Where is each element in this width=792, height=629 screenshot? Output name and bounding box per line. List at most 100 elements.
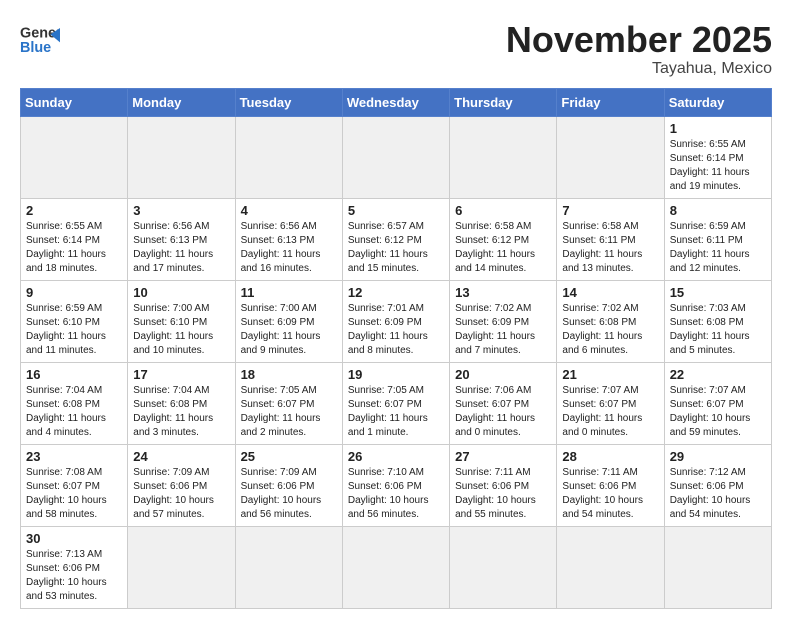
calendar-day-cell: 17Sunrise: 7:04 AM Sunset: 6:08 PM Dayli…: [128, 362, 235, 444]
day-number: 28: [562, 449, 658, 464]
day-number: 10: [133, 285, 229, 300]
day-info: Sunrise: 6:56 AM Sunset: 6:13 PM Dayligh…: [133, 220, 229, 276]
day-info: Sunrise: 7:04 AM Sunset: 6:08 PM Dayligh…: [26, 384, 122, 440]
day-number: 15: [670, 285, 766, 300]
day-number: 8: [670, 203, 766, 218]
calendar-day-cell: 27Sunrise: 7:11 AM Sunset: 6:06 PM Dayli…: [450, 444, 557, 526]
calendar-day-cell: [450, 116, 557, 198]
page-header: General Blue November 2025 Tayahua, Mexi…: [20, 20, 772, 78]
day-info: Sunrise: 6:58 AM Sunset: 6:12 PM Dayligh…: [455, 220, 551, 276]
day-info: Sunrise: 6:59 AM Sunset: 6:10 PM Dayligh…: [26, 302, 122, 358]
calendar-week-row: 2 Sunrise: 6:55 AM Sunset: 6:14 PM Daylig…: [21, 198, 772, 280]
calendar-day-cell: 4Sunrise: 6:56 AM Sunset: 6:13 PM Daylig…: [235, 198, 342, 280]
day-number: 4: [241, 203, 337, 218]
day-number: 2: [26, 203, 122, 218]
day-info: Sunrise: 7:12 AM Sunset: 6:06 PM Dayligh…: [670, 466, 766, 522]
calendar-day-cell: 22Sunrise: 7:07 AM Sunset: 6:07 PM Dayli…: [664, 362, 771, 444]
day-number: 21: [562, 367, 658, 382]
day-number: 19: [348, 367, 444, 382]
day-info: Sunrise: 7:02 AM Sunset: 6:09 PM Dayligh…: [455, 302, 551, 358]
calendar-day-cell: 18 Sunrise: 7:05 AM Sunset: 6:07 PM Dayli…: [235, 362, 342, 444]
calendar-week-row: 9Sunrise: 6:59 AM Sunset: 6:10 PM Daylig…: [21, 280, 772, 362]
day-number: 6: [455, 203, 551, 218]
day-info: Sunrise: 6:59 AM Sunset: 6:11 PM Dayligh…: [670, 220, 766, 276]
weekday-header-wednesday: Wednesday: [342, 88, 449, 116]
calendar-day-cell: 3Sunrise: 6:56 AM Sunset: 6:13 PM Daylig…: [128, 198, 235, 280]
calendar-day-cell: [21, 116, 128, 198]
calendar-day-cell: 7 Sunrise: 6:58 AM Sunset: 6:11 PM Daylig…: [557, 198, 664, 280]
calendar-day-cell: [342, 116, 449, 198]
weekday-header-row: SundayMondayTuesdayWednesdayThursdayFrid…: [21, 88, 772, 116]
calendar-day-cell: [450, 526, 557, 608]
weekday-header-saturday: Saturday: [664, 88, 771, 116]
day-info: Sunrise: 7:10 AM Sunset: 6:06 PM Dayligh…: [348, 466, 444, 522]
day-number: 23: [26, 449, 122, 464]
calendar-day-cell: 16 Sunrise: 7:04 AM Sunset: 6:08 PM Dayli…: [21, 362, 128, 444]
calendar-table: SundayMondayTuesdayWednesdayThursdayFrid…: [20, 88, 772, 609]
calendar-week-row: 30Sunrise: 7:13 AM Sunset: 6:06 PM Dayli…: [21, 526, 772, 608]
day-info: Sunrise: 7:06 AM Sunset: 6:07 PM Dayligh…: [455, 384, 551, 440]
calendar-day-cell: 25 Sunrise: 7:09 AM Sunset: 6:06 PM Dayli…: [235, 444, 342, 526]
calendar-day-cell: 19 Sunrise: 7:05 AM Sunset: 6:07 PM Dayli…: [342, 362, 449, 444]
day-number: 14: [562, 285, 658, 300]
calendar-day-cell: 5 Sunrise: 6:57 AM Sunset: 6:12 PM Daylig…: [342, 198, 449, 280]
calendar-day-cell: [128, 116, 235, 198]
calendar-day-cell: [557, 116, 664, 198]
day-info: Sunrise: 7:03 AM Sunset: 6:08 PM Dayligh…: [670, 302, 766, 358]
day-info: Sunrise: 7:01 AM Sunset: 6:09 PM Dayligh…: [348, 302, 444, 358]
day-number: 13: [455, 285, 551, 300]
calendar-day-cell: 8 Sunrise: 6:59 AM Sunset: 6:11 PM Daylig…: [664, 198, 771, 280]
day-number: 24: [133, 449, 229, 464]
calendar-day-cell: [664, 526, 771, 608]
calendar-day-cell: [235, 116, 342, 198]
calendar-day-cell: 23 Sunrise: 7:08 AM Sunset: 6:07 PM Dayli…: [21, 444, 128, 526]
calendar-day-cell: 12 Sunrise: 7:01 AM Sunset: 6:09 PM Dayli…: [342, 280, 449, 362]
day-number: 12: [348, 285, 444, 300]
calendar-day-cell: [557, 526, 664, 608]
logo: General Blue: [20, 20, 60, 60]
day-info: Sunrise: 7:09 AM Sunset: 6:06 PM Dayligh…: [133, 466, 229, 522]
day-info: Sunrise: 7:09 AM Sunset: 6:06 PM Dayligh…: [241, 466, 337, 522]
calendar-day-cell: 20 Sunrise: 7:06 AM Sunset: 6:07 PM Dayli…: [450, 362, 557, 444]
calendar-day-cell: 24 Sunrise: 7:09 AM Sunset: 6:06 PM Dayli…: [128, 444, 235, 526]
day-number: 30: [26, 531, 122, 546]
day-number: 1: [670, 121, 766, 136]
location-subtitle: Tayahua, Mexico: [506, 60, 772, 78]
day-info: Sunrise: 7:05 AM Sunset: 6:07 PM Dayligh…: [241, 384, 337, 440]
calendar-day-cell: 30Sunrise: 7:13 AM Sunset: 6:06 PM Dayli…: [21, 526, 128, 608]
calendar-day-cell: 10 Sunrise: 7:00 AM Sunset: 6:10 PM Dayli…: [128, 280, 235, 362]
calendar-day-cell: 11Sunrise: 7:00 AM Sunset: 6:09 PM Dayli…: [235, 280, 342, 362]
day-number: 26: [348, 449, 444, 464]
calendar-day-cell: [128, 526, 235, 608]
day-number: 5: [348, 203, 444, 218]
calendar-day-cell: 14 Sunrise: 7:02 AM Sunset: 6:08 PM Dayli…: [557, 280, 664, 362]
day-number: 7: [562, 203, 658, 218]
day-number: 16: [26, 367, 122, 382]
weekday-header-monday: Monday: [128, 88, 235, 116]
weekday-header-tuesday: Tuesday: [235, 88, 342, 116]
day-info: Sunrise: 7:11 AM Sunset: 6:06 PM Dayligh…: [455, 466, 551, 522]
weekday-header-friday: Friday: [557, 88, 664, 116]
day-info: Sunrise: 7:08 AM Sunset: 6:07 PM Dayligh…: [26, 466, 122, 522]
day-info: Sunrise: 7:00 AM Sunset: 6:10 PM Dayligh…: [133, 302, 229, 358]
calendar-day-cell: 2 Sunrise: 6:55 AM Sunset: 6:14 PM Daylig…: [21, 198, 128, 280]
day-info: Sunrise: 6:58 AM Sunset: 6:11 PM Dayligh…: [562, 220, 658, 276]
day-info: Sunrise: 6:55 AM Sunset: 6:14 PM Dayligh…: [670, 138, 766, 194]
day-info: Sunrise: 6:57 AM Sunset: 6:12 PM Dayligh…: [348, 220, 444, 276]
generalblue-logo-icon: General Blue: [20, 20, 60, 60]
calendar-day-cell: 29Sunrise: 7:12 AM Sunset: 6:06 PM Dayli…: [664, 444, 771, 526]
calendar-day-cell: 15 Sunrise: 7:03 AM Sunset: 6:08 PM Dayli…: [664, 280, 771, 362]
calendar-day-cell: [342, 526, 449, 608]
day-number: 25: [241, 449, 337, 464]
title-block: November 2025 Tayahua, Mexico: [506, 20, 772, 78]
calendar-day-cell: 21Sunrise: 7:07 AM Sunset: 6:07 PM Dayli…: [557, 362, 664, 444]
calendar-day-cell: 6 Sunrise: 6:58 AM Sunset: 6:12 PM Daylig…: [450, 198, 557, 280]
day-number: 20: [455, 367, 551, 382]
day-number: 18: [241, 367, 337, 382]
day-number: 11: [241, 285, 337, 300]
calendar-day-cell: 1 Sunrise: 6:55 AM Sunset: 6:14 PM Daylig…: [664, 116, 771, 198]
day-info: Sunrise: 7:05 AM Sunset: 6:07 PM Dayligh…: [348, 384, 444, 440]
day-info: Sunrise: 7:04 AM Sunset: 6:08 PM Dayligh…: [133, 384, 229, 440]
day-info: Sunrise: 6:55 AM Sunset: 6:14 PM Dayligh…: [26, 220, 122, 276]
day-info: Sunrise: 7:02 AM Sunset: 6:08 PM Dayligh…: [562, 302, 658, 358]
